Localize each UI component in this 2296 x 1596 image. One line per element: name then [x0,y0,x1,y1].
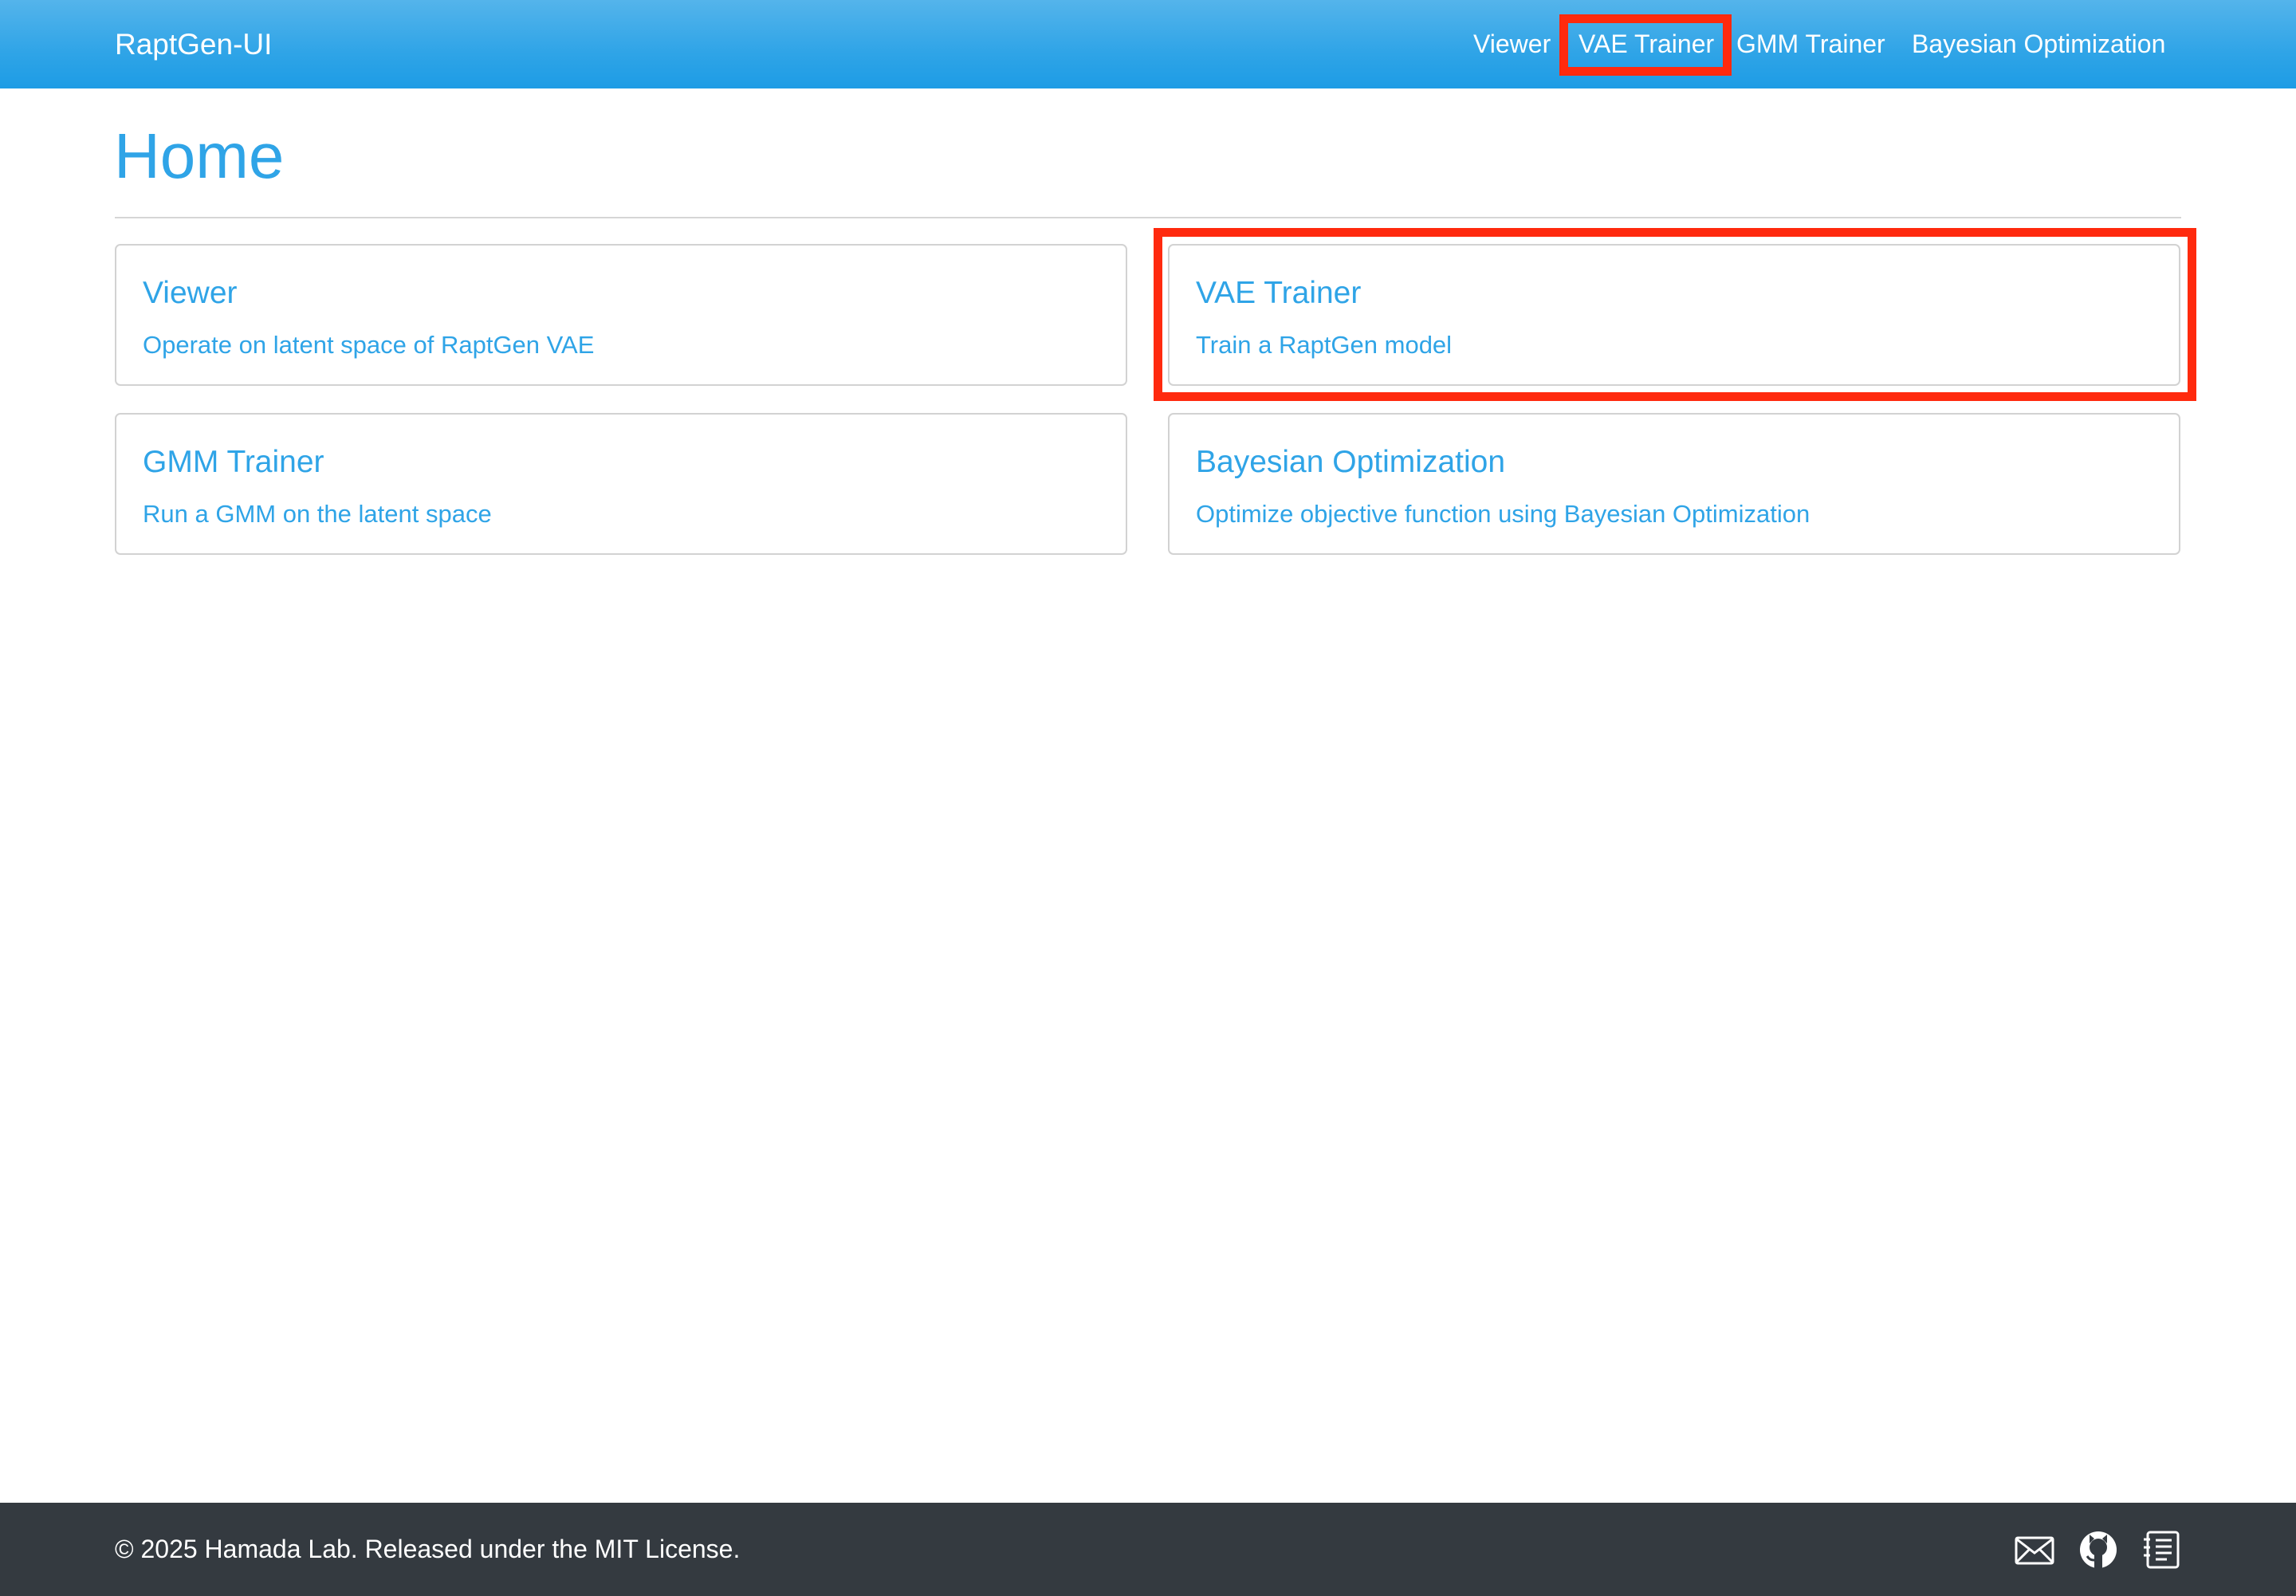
card-title: Bayesian Optimization [1196,445,1506,479]
card-description: Operate on latent space of RaptGen VAE [143,331,595,359]
card-description: Run a GMM on the latent space [143,500,492,528]
card-title: VAE Trainer [1196,276,1362,310]
nav-link-viewer[interactable]: Viewer [1473,0,1551,88]
mail-icon[interactable] [2014,1530,2055,1570]
docs-icon[interactable] [2141,1530,2183,1570]
navbar: RaptGen-UI Viewer VAE Trainer GMM Traine… [0,0,2296,88]
card-title: Viewer [143,276,238,310]
card-description: Optimize objective function using Bayesi… [1196,500,1810,528]
card-vae-trainer[interactable]: VAE Trainer Train a RaptGen model [1168,244,2180,386]
card-gmm-trainer[interactable]: GMM Trainer Run a GMM on the latent spac… [115,413,1127,555]
nav-link-gmm-trainer[interactable]: GMM Trainer [1736,0,1885,88]
card-description: Train a RaptGen model [1196,331,1453,359]
github-icon[interactable] [2078,1530,2119,1570]
nav-link-vae-trainer[interactable]: VAE Trainer [1578,0,1714,88]
footer-copyright: © 2025 Hamada Lab. Released under the MI… [115,1535,741,1563]
card-viewer[interactable]: Viewer Operate on latent space of RaptGe… [115,244,1127,386]
card-bayesian-optimization[interactable]: Bayesian Optimization Optimize objective… [1168,413,2180,555]
navbar-brand[interactable]: RaptGen-UI [115,0,272,88]
page-title: Home [114,120,285,191]
footer: © 2025 Hamada Lab. Released under the MI… [0,1503,2296,1596]
card-title: GMM Trainer [143,445,324,479]
divider [115,217,2181,218]
nav-link-bayesian-optimization[interactable]: Bayesian Optimization [1912,0,2165,88]
